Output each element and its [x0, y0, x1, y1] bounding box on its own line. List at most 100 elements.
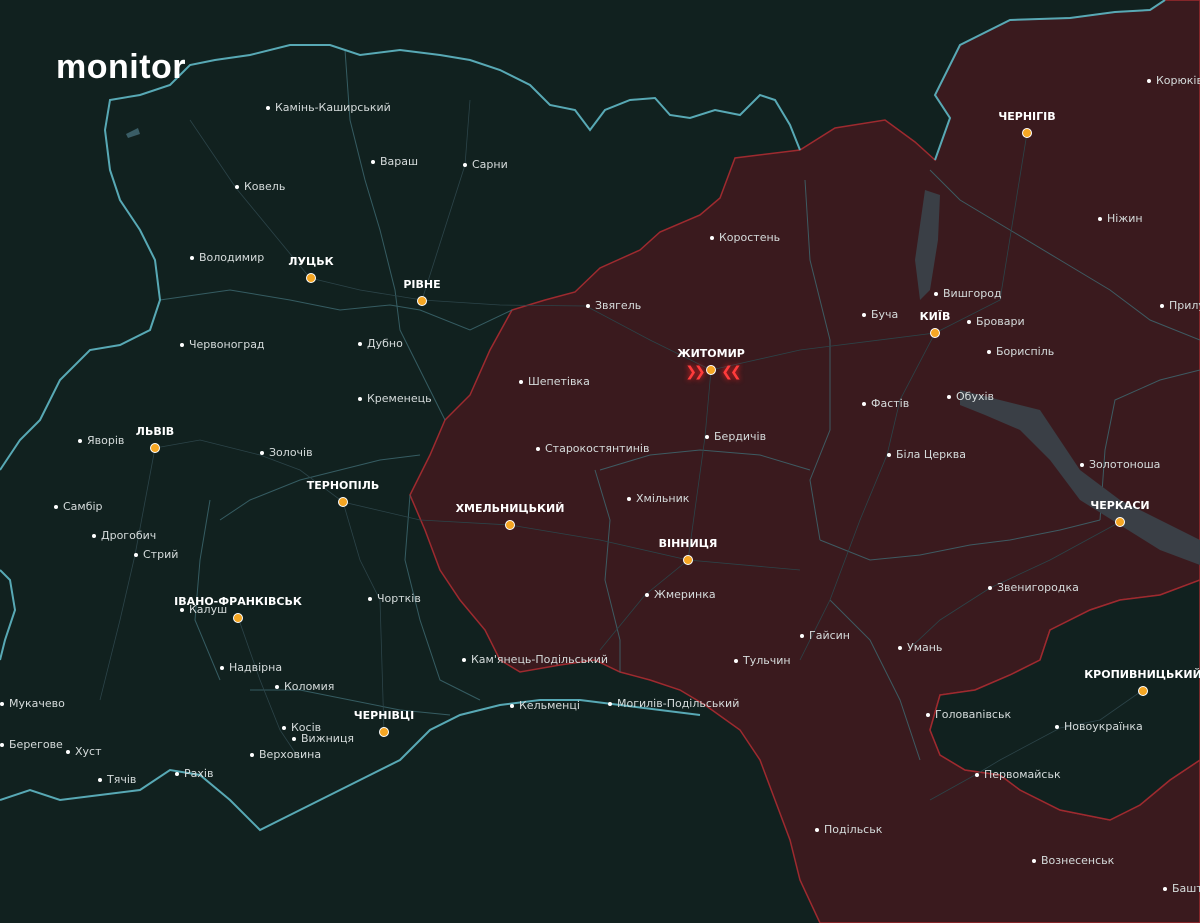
city-dot-icon — [862, 402, 866, 406]
city-name: Кременець — [367, 392, 432, 405]
city-dot-icon — [66, 750, 70, 754]
city-dot-icon — [608, 702, 612, 706]
capital-marker-khmelnytskyi[interactable] — [505, 520, 515, 530]
city-dot-icon — [947, 395, 951, 399]
city-name: Коростень — [719, 231, 781, 244]
capital-marker-lviv[interactable] — [150, 443, 160, 453]
capital-marker-zhytomyr[interactable] — [706, 365, 716, 375]
capital-marker-cherkasy[interactable] — [1115, 517, 1125, 527]
city-label: Чортків — [368, 593, 421, 604]
city-label: Бердичів — [705, 431, 766, 442]
city-name: Вишгород — [943, 287, 1002, 300]
city-name: Старокостянтинів — [545, 442, 650, 455]
city-name: Ковель — [244, 180, 286, 193]
city-name: Верховина — [259, 748, 322, 761]
city-name: Бердичів — [714, 430, 767, 443]
city-dot-icon — [1032, 859, 1036, 863]
city-label: Мукачево — [0, 698, 65, 709]
map[interactable]: monitor ЛУЦЬК РІВНЕ ЛЬВІВ ТЕРНОПІЛЬ ХМЕЛЬНИЦ… — [0, 0, 1200, 923]
city-label: Тульчин — [734, 655, 791, 666]
city-name: Кельменці — [519, 699, 580, 712]
city-label: Бровари — [967, 316, 1025, 327]
city-name: Берегове — [9, 738, 63, 751]
city-name: Подільськ — [824, 823, 883, 836]
capital-label-cherkasy: ЧЕРКАСИ — [1090, 499, 1150, 512]
city-dot-icon — [536, 447, 540, 451]
city-name: Камінь-Каширський — [275, 101, 391, 114]
city-name: Обухів — [956, 390, 995, 403]
city-name: Тячів — [107, 773, 137, 786]
city-label: Шепетівка — [519, 376, 590, 387]
city-label: Жмеринка — [645, 589, 716, 600]
city-label: Фастів — [862, 398, 909, 409]
city-dot-icon — [887, 453, 891, 457]
city-label: Прилуки — [1160, 300, 1200, 311]
city-name: Буча — [871, 308, 899, 321]
capital-marker-ternopil[interactable] — [338, 497, 348, 507]
city-label: Старокостянтинів — [536, 443, 649, 454]
capital-label-lutsk: ЛУЦЬК — [288, 255, 334, 268]
city-name: Хмільник — [636, 492, 690, 505]
city-label: Бориспіль — [987, 346, 1054, 357]
city-name: Кам'янець-Подільський — [471, 653, 609, 666]
city-dot-icon — [462, 658, 466, 662]
city-name: Бориспіль — [996, 345, 1055, 358]
capital-label-vinnytsia: ВІННИЦЯ — [658, 537, 718, 550]
capital-label-kyiv: КИЇВ — [919, 310, 951, 323]
capital-marker-rivne[interactable] — [417, 296, 427, 306]
city-label: Звенигородка — [988, 582, 1079, 593]
city-dot-icon — [898, 646, 902, 650]
city-label: Надвірна — [220, 662, 282, 673]
capital-marker-chernivtsi[interactable] — [379, 727, 389, 737]
city-name: Жмеринка — [654, 588, 716, 601]
attack-arrow-left-icon: ❯❯ — [685, 364, 706, 380]
city-label: Головanівськ — [926, 709, 1011, 720]
city-label: Могилів-Подільський — [608, 698, 739, 709]
city-dot-icon — [967, 320, 971, 324]
city-name: Звенигородка — [997, 581, 1079, 594]
city-name: Звягель — [595, 299, 642, 312]
city-label: Золотоноша — [1080, 459, 1160, 470]
city-dot-icon — [710, 236, 714, 240]
capital-marker-chernihiv[interactable] — [1022, 128, 1032, 138]
city-label: Умань — [898, 642, 942, 653]
city-name: Коломия — [284, 680, 335, 693]
city-name: Прилуки — [1169, 299, 1200, 312]
brand-logo: monitor — [56, 48, 187, 86]
city-dot-icon — [926, 713, 930, 717]
city-name: Яворів — [87, 434, 125, 447]
city-label: Коростень — [710, 232, 780, 243]
capital-marker-ivano[interactable] — [233, 613, 243, 623]
city-label: Хуст — [66, 746, 102, 757]
city-label: Біла Церква — [887, 449, 966, 460]
city-label: Камінь-Каширський — [266, 102, 391, 113]
city-label: Стрий — [134, 549, 178, 560]
city-name: Первомайськ — [984, 768, 1061, 781]
city-dot-icon — [627, 497, 631, 501]
city-name: Бровари — [976, 315, 1025, 328]
capital-marker-vinnytsia[interactable] — [683, 555, 693, 565]
city-dot-icon — [705, 435, 709, 439]
capital-marker-kropyvnytskyi[interactable] — [1138, 686, 1148, 696]
city-label: Ковель — [235, 181, 285, 192]
capital-label-chernihiv: ЧЕРНІГІВ — [998, 110, 1056, 123]
city-name: Шепетівка — [528, 375, 590, 388]
city-label: Сарни — [463, 159, 508, 170]
city-dot-icon — [586, 304, 590, 308]
city-dot-icon — [988, 586, 992, 590]
city-label: Рахів — [175, 768, 213, 779]
city-label: Самбір — [54, 501, 103, 512]
city-dot-icon — [175, 772, 179, 776]
city-name: Чортків — [377, 592, 421, 605]
city-label: Володимир — [190, 252, 264, 263]
city-dot-icon — [1055, 725, 1059, 729]
city-dot-icon — [934, 292, 938, 296]
city-name: Біла Церква — [896, 448, 967, 461]
city-label: Корюківка — [1147, 75, 1200, 86]
capital-marker-lutsk[interactable] — [306, 273, 316, 283]
capital-marker-kyiv[interactable] — [930, 328, 940, 338]
city-dot-icon — [220, 666, 224, 670]
city-dot-icon — [862, 313, 866, 317]
city-name: Дрогобич — [101, 529, 157, 542]
city-dot-icon — [1080, 463, 1084, 467]
